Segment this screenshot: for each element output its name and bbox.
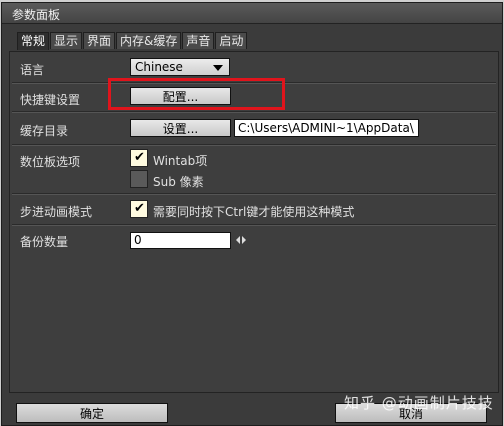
checkmark-icon: ✔ xyxy=(134,201,145,216)
arrow-left-icon xyxy=(236,236,240,244)
ctrl-required-label: 需要同时按下Ctrl键才能使用这种模式 xyxy=(153,205,355,219)
title-bar[interactable]: 参数面板 xyxy=(2,3,502,24)
tab-interface[interactable]: 界面 xyxy=(83,32,116,49)
backup-count-input[interactable]: 0 xyxy=(130,232,231,249)
backup-count-stepper[interactable] xyxy=(236,236,248,245)
step-animation-label: 步进动画模式 xyxy=(20,205,93,219)
preferences-window: 参数面板 常规 显示 界面 内存&缓存 声音 启动 语言 Chinese 快捷键… xyxy=(1,2,503,426)
backup-count-label: 备份数量 xyxy=(20,235,69,249)
divider xyxy=(12,193,496,195)
tab-startup[interactable]: 启动 xyxy=(215,32,248,49)
tab-memory-cache[interactable]: 内存&缓存 xyxy=(116,32,182,49)
annotation-highlight-box xyxy=(108,78,285,110)
arrow-right-icon xyxy=(242,236,246,244)
watermark: 知乎 @动画制片技技 xyxy=(344,394,494,412)
language-select[interactable]: Chinese xyxy=(130,58,230,76)
chevron-down-icon xyxy=(213,65,223,71)
sub-pixel-checkbox[interactable] xyxy=(130,170,148,188)
ok-button[interactable]: 确定 xyxy=(16,403,168,423)
language-value: Chinese xyxy=(135,60,183,74)
cache-dir-label: 缓存目录 xyxy=(20,124,69,138)
wintab-label: Wintab项 xyxy=(153,154,208,168)
wintab-checkbox[interactable]: ✔ xyxy=(130,149,148,167)
shortcut-label: 快捷键设置 xyxy=(20,93,81,107)
ctrl-required-checkbox[interactable]: ✔ xyxy=(130,200,148,218)
tablet-options-label: 数位板选项 xyxy=(20,155,81,169)
sub-pixel-label: Sub 像素 xyxy=(153,175,204,189)
checkmark-icon: ✔ xyxy=(134,150,145,165)
divider xyxy=(12,144,496,146)
divider xyxy=(12,224,496,226)
window-title: 参数面板 xyxy=(12,8,61,22)
divider xyxy=(12,111,496,113)
set-cache-dir-button[interactable]: 设置... xyxy=(130,119,231,137)
tab-bar: 常规 显示 界面 内存&缓存 声音 启动 xyxy=(17,32,248,50)
tab-sound[interactable]: 声音 xyxy=(182,32,215,49)
tab-display[interactable]: 显示 xyxy=(50,32,83,49)
tab-general[interactable]: 常规 xyxy=(17,32,50,50)
language-label: 语言 xyxy=(20,63,45,77)
cache-path-field[interactable]: C:\Users\ADMINI~1\AppData\ xyxy=(234,119,419,137)
